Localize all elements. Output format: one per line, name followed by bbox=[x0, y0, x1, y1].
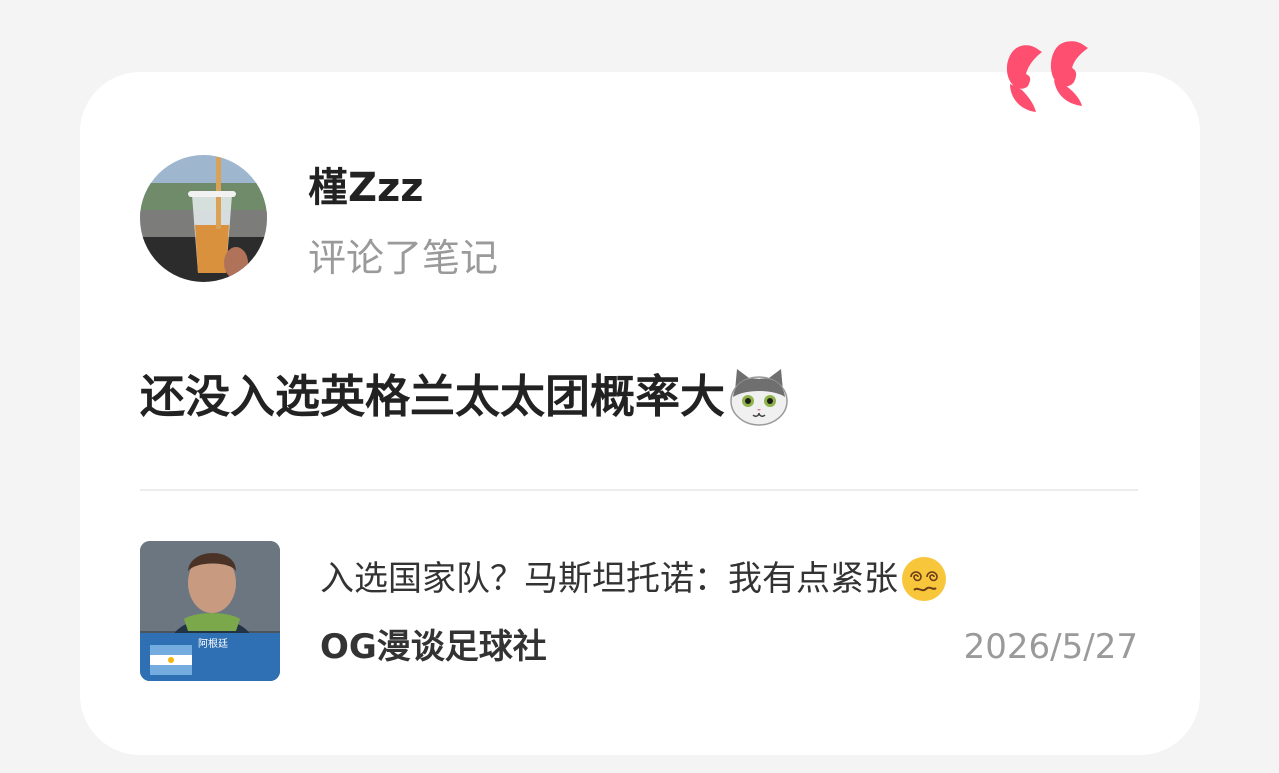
player-photo bbox=[140, 541, 280, 681]
dizzy-face-emoji bbox=[902, 557, 946, 601]
note-preview[interactable]: 阿根廷 入选国家队？马斯坦托诺：我有点紧张 OG漫谈足球社 2026/5/27 bbox=[140, 541, 1138, 682]
note-author[interactable]: OG漫谈足球社 bbox=[320, 623, 547, 671]
quote-mark-icon bbox=[1006, 41, 1088, 112]
note-date: 2026/5/27 bbox=[963, 627, 1138, 667]
drink-cup-photo bbox=[140, 155, 267, 282]
user-avatar[interactable] bbox=[140, 155, 267, 282]
note-thumbnail[interactable]: 阿根廷 bbox=[140, 541, 280, 681]
comment-text: 还没入选英格兰太太团概率大 bbox=[140, 362, 791, 432]
action-text: 评论了笔记 bbox=[308, 236, 499, 280]
comment-body: 还没入选英格兰太太团概率大 bbox=[140, 370, 726, 423]
cat-face-emoji bbox=[730, 369, 788, 426]
thumbnail-caption: 阿根廷 bbox=[198, 639, 228, 650]
username[interactable]: 槿Zzz bbox=[308, 162, 424, 214]
divider bbox=[140, 489, 1138, 491]
note-title-text: 入选国家队？马斯坦托诺：我有点紧张 bbox=[320, 559, 898, 599]
note-title[interactable]: 入选国家队？马斯坦托诺：我有点紧张 bbox=[320, 555, 948, 603]
